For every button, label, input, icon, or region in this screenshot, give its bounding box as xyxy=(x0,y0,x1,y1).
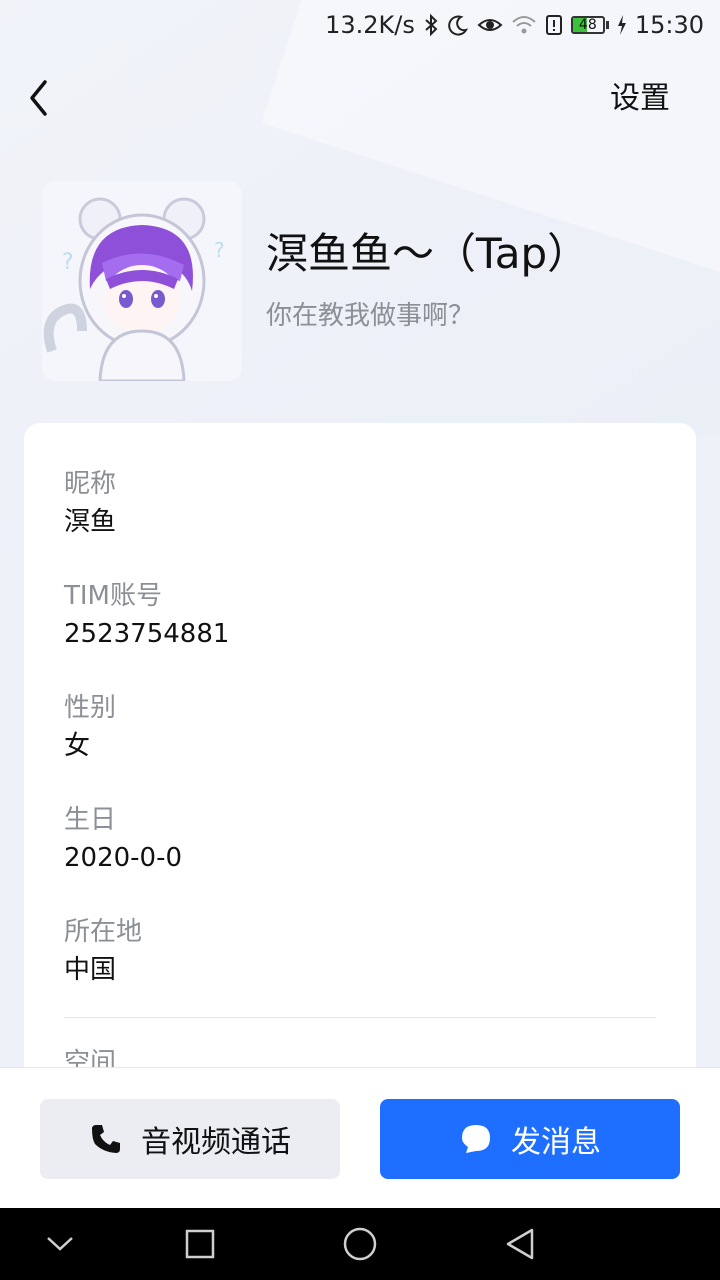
chevron-down-icon xyxy=(47,1237,73,1251)
profile-signature: 你在教我做事啊？ xyxy=(266,301,475,331)
battery-icon: 48 xyxy=(570,16,609,34)
nav-home-button[interactable] xyxy=(340,1224,380,1264)
field-gender: 性别 女 xyxy=(64,690,116,766)
av-call-button[interactable]: 音视频通话 xyxy=(40,1099,340,1179)
nav-back-button[interactable] xyxy=(500,1224,540,1264)
profile-name: 溟鱼鱼～（Tap） xyxy=(266,229,590,278)
phone-icon xyxy=(89,1122,123,1156)
circle-icon xyxy=(343,1227,377,1261)
battery-level: 48 xyxy=(578,17,597,33)
status-bar: 13.2K/s 48 15:30 xyxy=(0,0,720,50)
field-tim-account: TIM账号 2523754881 xyxy=(64,578,229,654)
square-icon xyxy=(185,1229,215,1259)
field-nickname: 昵称 溟鱼 xyxy=(64,466,116,542)
settings-button[interactable]: 设置 xyxy=(610,78,670,120)
clock: 15:30 xyxy=(634,11,704,39)
chevron-left-icon xyxy=(30,80,47,116)
charging-icon xyxy=(617,14,627,36)
avatar[interactable]: ? ? xyxy=(42,181,242,381)
divider xyxy=(64,1017,656,1018)
action-bar: 音视频通话 发消息 xyxy=(0,1067,720,1208)
field-label: 昵称 xyxy=(64,469,117,499)
field-label: 生日 xyxy=(64,805,117,835)
info-card: 昵称 溟鱼 TIM账号 2523754881 性别 女 生日 2020-0-0 … xyxy=(24,423,696,1143)
nav-recents-button[interactable] xyxy=(180,1224,220,1264)
field-value: 2020-0-0 xyxy=(64,843,183,873)
send-message-button[interactable]: 发消息 xyxy=(380,1099,680,1179)
system-nav-bar xyxy=(0,1208,720,1280)
svg-text:?: ? xyxy=(214,238,225,262)
field-value: 女 xyxy=(64,731,91,761)
field-location: 所在地 中国 xyxy=(64,914,142,990)
send-message-label: 发消息 xyxy=(511,1125,601,1160)
field-label: 所在地 xyxy=(64,917,143,947)
bluetooth-icon xyxy=(423,13,439,37)
field-label: TIM账号 xyxy=(64,581,162,611)
av-call-label: 音视频通话 xyxy=(141,1125,291,1160)
svg-text:?: ? xyxy=(62,250,74,275)
eye-icon xyxy=(477,15,503,35)
nav-collapse-button[interactable] xyxy=(40,1224,80,1264)
wifi-icon xyxy=(511,14,537,36)
profile-screen: 13.2K/s 48 15:30 设置 ? ? 溟鱼鱼～（Tap） 你在教我做事… xyxy=(0,0,720,1280)
field-label: 性别 xyxy=(64,693,117,723)
field-value: 2523754881 xyxy=(64,619,230,649)
back-button[interactable] xyxy=(14,74,62,122)
field-value: 中国 xyxy=(64,955,117,985)
field-birthday: 生日 2020-0-0 xyxy=(64,802,182,878)
field-value: 溟鱼 xyxy=(64,507,117,537)
moon-icon xyxy=(447,14,469,36)
triangle-back-icon xyxy=(506,1228,534,1260)
network-speed: 13.2K/s xyxy=(325,11,415,39)
alert-icon xyxy=(545,14,563,36)
chat-bubble-icon xyxy=(459,1122,493,1156)
